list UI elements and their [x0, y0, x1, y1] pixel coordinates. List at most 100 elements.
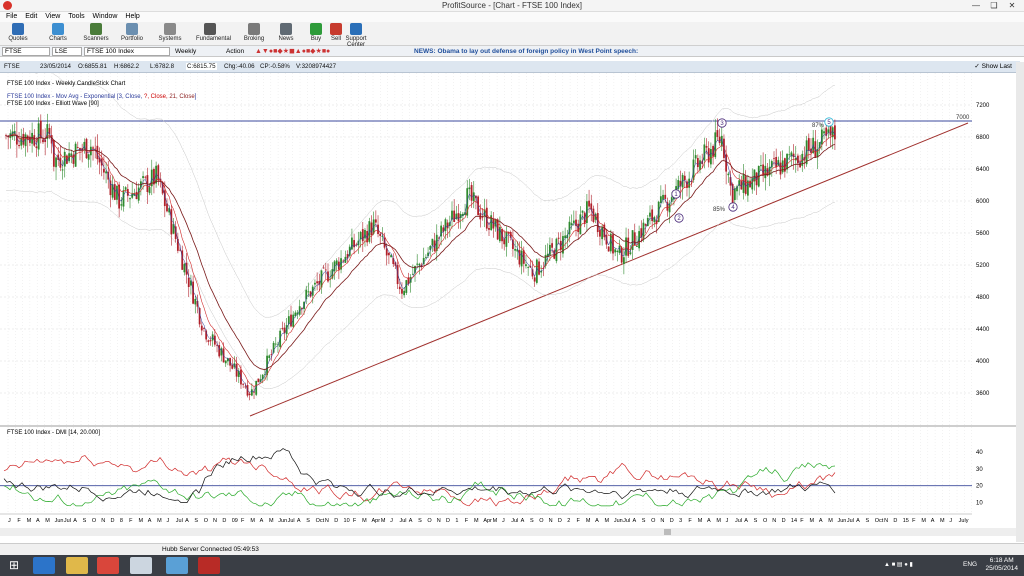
clock-time: 6:18 AM: [989, 557, 1014, 564]
tray-icons[interactable]: ▲ ■ ▤ ● ▮: [884, 561, 913, 568]
portfolio-icon: [126, 23, 138, 35]
quotes-icon: [12, 23, 24, 35]
date-tick-label: D: [334, 518, 338, 524]
date-tick-label: S: [530, 518, 534, 524]
symbol-bar: FTSE LSE FTSE 100 Index Weekly Action ▲▼…: [0, 46, 1024, 57]
dmi-tick-label: 10: [976, 501, 983, 507]
systems-icon: [164, 23, 176, 35]
notepad-icon[interactable]: [130, 557, 152, 574]
price-tick-label: 5600: [976, 231, 990, 237]
date-tick-label: M: [493, 518, 498, 524]
explorer-icon[interactable]: [66, 557, 88, 574]
chart-tools-icons[interactable]: ▲▼●■◆★◼▲●■◆★■●: [255, 47, 330, 55]
date-tick-label: A: [409, 518, 413, 524]
toolbar-label: Broking: [243, 36, 265, 42]
paint-icon[interactable]: [166, 557, 188, 574]
ie-icon[interactable]: [33, 557, 55, 574]
menu-edit[interactable]: Edit: [25, 12, 37, 22]
date-tick-label: N: [101, 518, 105, 524]
start-icon[interactable]: ⊞: [3, 557, 25, 574]
vertical-scrollbar[interactable]: [1016, 62, 1024, 542]
date-tick-label: D: [893, 518, 897, 524]
pct-label: 85%: [713, 207, 726, 213]
toolbar-broking-button[interactable]: Broking: [240, 23, 268, 42]
exchange-input[interactable]: LSE: [52, 47, 82, 56]
date-tick-label: M: [269, 518, 274, 524]
date-tick-label: Jul: [399, 518, 406, 524]
menu-tools[interactable]: Tools: [68, 12, 84, 22]
toolbar-scanners-button[interactable]: Scanners: [82, 23, 110, 42]
date-tick-label: N: [437, 518, 441, 524]
show-last-checkbox[interactable]: ✓ Show Last: [974, 62, 1012, 70]
date-tick-label: M: [810, 518, 815, 524]
quote-change: Chg:-40.06: [224, 63, 255, 70]
date-tick-label: J: [8, 518, 11, 524]
price-tick-label: 6000: [976, 199, 990, 205]
date-tick-label: A: [856, 518, 860, 524]
date-tick-label: D: [782, 518, 786, 524]
date-tick-label: N: [772, 518, 776, 524]
date-tick-label: J: [726, 518, 729, 524]
date-tick-label: J: [502, 518, 505, 524]
date-tick-label: D: [222, 518, 226, 524]
toolbar-charts-button[interactable]: Charts: [44, 23, 72, 42]
mavg-legend: FTSE 100 Index - Mov Avg - Exponential […: [7, 94, 197, 100]
close-button[interactable]: ✕: [1004, 0, 1020, 11]
mavg-prefix: FTSE 100 Index - Mov Avg - Exponential [: [7, 94, 119, 100]
date-tick-label: 3: [679, 518, 682, 524]
toolbar-portfolio-button[interactable]: Portfolio: [118, 23, 146, 42]
date-tick-label: A: [185, 518, 189, 524]
date-tick-label: N: [325, 518, 329, 524]
date-tick-label: A: [73, 518, 77, 524]
horizontal-scrollbar: [0, 528, 1016, 536]
quote-low: L:6782.8: [150, 63, 175, 70]
date-tick-label: O: [92, 518, 97, 524]
main-toolbar: Quotes Charts Scanners Portfolio Systems Fund…: [0, 22, 1024, 48]
chrome-icon[interactable]: [97, 557, 119, 574]
price-tick-label: 7200: [976, 103, 990, 109]
quote-close: C:6815.75: [186, 63, 217, 70]
menu-file[interactable]: File: [6, 12, 17, 22]
date-tick-label: S: [865, 518, 869, 524]
minimize-button[interactable]: —: [968, 0, 984, 11]
news-ticker[interactable]: NEWS: Obama to lay out defense of foreig…: [414, 47, 638, 56]
show-last-label: Show Last: [981, 63, 1012, 70]
toolbar-quotes-button[interactable]: Quotes: [4, 23, 32, 42]
toolbar-label: Charts: [49, 36, 67, 42]
language-indicator[interactable]: ENG: [963, 561, 977, 568]
quote-open: O:6855.81: [78, 63, 107, 70]
symbol-input[interactable]: FTSE: [2, 47, 50, 56]
date-tick-label: July: [959, 518, 969, 524]
toolbar-news-button[interactable]: News: [272, 23, 300, 42]
quote-date: 23/05/2014: [40, 63, 71, 70]
dmi-legend: FTSE 100 Index - DMI [14, 20.000]: [7, 430, 100, 436]
price-chart[interactable]: 3600 4000 4400 4800 5200 5600 6000 6400 6800 7200…: [0, 73, 1016, 543]
menu-view[interactable]: View: [45, 12, 60, 22]
restore-button[interactable]: ❑: [986, 0, 1002, 11]
toolbar-label: Portfolio: [120, 36, 143, 42]
toolbar-systems-button[interactable]: Systems: [156, 23, 184, 42]
quote-change-pct: CP:-0.58%: [260, 63, 290, 70]
date-tick-label: Oct: [316, 518, 325, 524]
date-tick-label: O: [763, 518, 768, 524]
date-tick-label: 1: [455, 518, 458, 524]
system-clock[interactable]: 6:18 AM 25/05/2014: [985, 557, 1018, 573]
quote-info-bar: FTSE 23/05/2014 O:6855.81 H:6862.2 L:678…: [0, 61, 1020, 73]
period-dropdown[interactable]: Weekly: [175, 48, 196, 55]
date-tick-label: M: [474, 518, 479, 524]
symbol-name-field[interactable]: FTSE 100 Index: [84, 47, 170, 56]
menu-help[interactable]: Help: [125, 12, 139, 22]
date-tick-label: Jul: [64, 518, 71, 524]
date-tick-label: N: [549, 518, 553, 524]
price-tick-label: 5200: [976, 263, 990, 269]
date-tick-label: Jun: [614, 518, 623, 524]
price-tick-label: 4000: [976, 359, 990, 365]
toolbar-label: Scanners: [83, 36, 109, 42]
profitsource-task-icon[interactable]: [198, 557, 220, 574]
menu-window[interactable]: Window: [93, 12, 118, 22]
action-dropdown[interactable]: Action: [226, 48, 244, 55]
date-tick-label: A: [931, 518, 935, 524]
toolbar-support-center-button[interactable]: Support Center: [342, 23, 370, 48]
news-icon: [280, 23, 292, 35]
toolbar-fundamental-button[interactable]: Fundamental: [196, 23, 231, 42]
